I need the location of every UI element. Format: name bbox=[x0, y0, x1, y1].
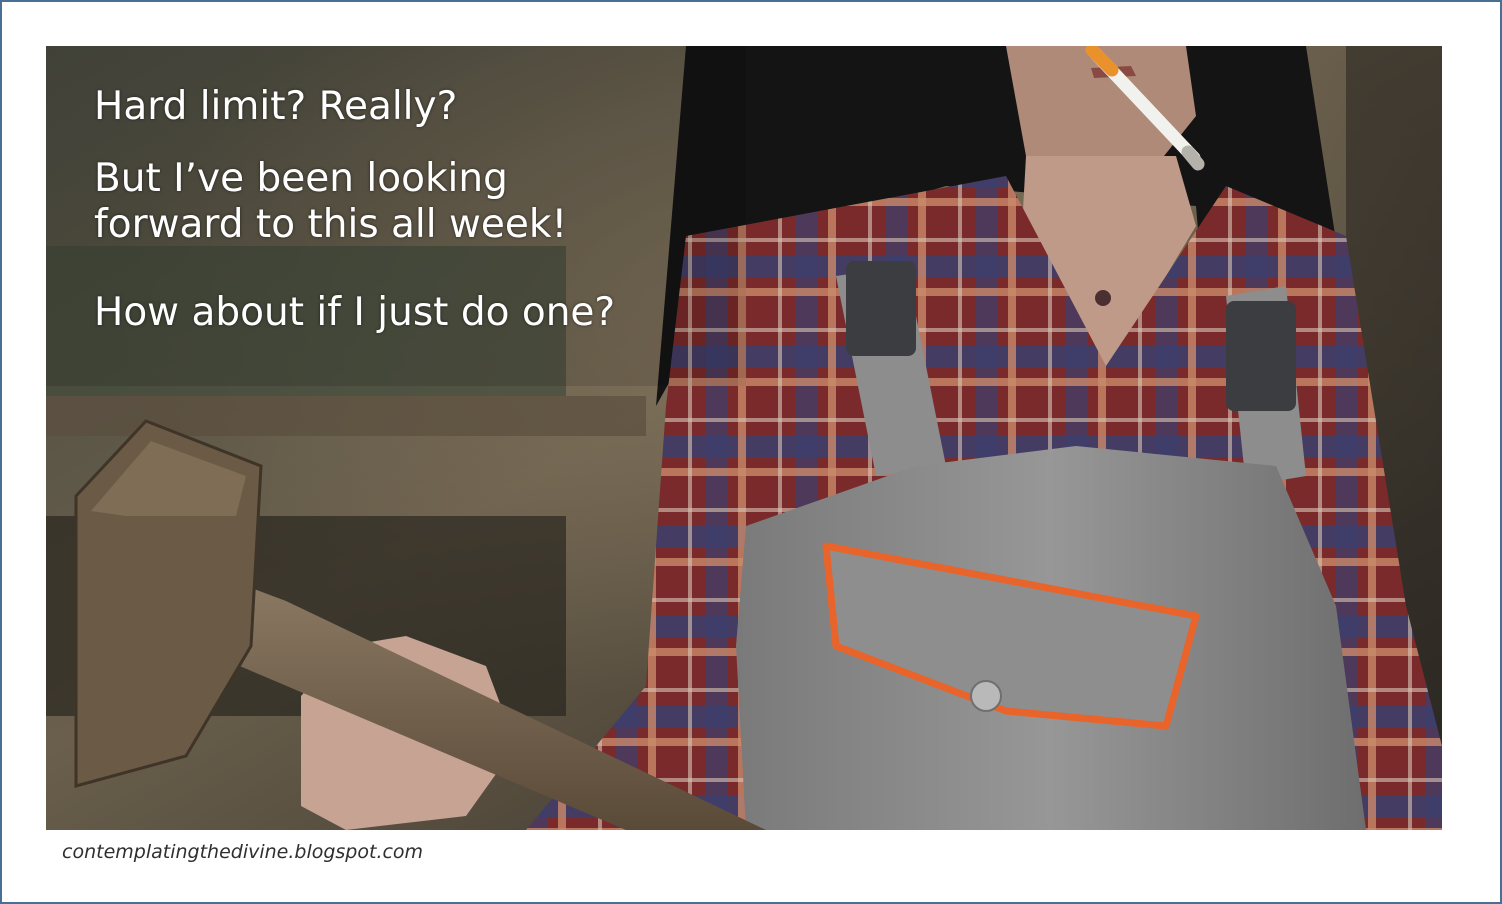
caption-line-3: How about if I just do one? bbox=[94, 290, 616, 335]
strap-buckle-left bbox=[846, 261, 916, 356]
caption-line-2b: forward to this all week! bbox=[94, 202, 568, 247]
caption-line-1: Hard limit? Really? bbox=[94, 84, 458, 129]
caption-line-2a: But I’ve been looking bbox=[94, 156, 508, 201]
strap-buckle-right bbox=[1226, 301, 1296, 411]
pocket-snap-button bbox=[970, 680, 1002, 712]
workshop-photo: Hard limit? Really? But I’ve been lookin… bbox=[46, 46, 1442, 830]
shirt-button bbox=[1095, 290, 1111, 306]
caption-line-2: But I’ve been looking forward to this all… bbox=[94, 156, 567, 248]
source-credit: contemplatingthedivine.blogspot.com bbox=[62, 841, 424, 863]
picture-frame: Hard limit? Really? But I’ve been lookin… bbox=[0, 0, 1502, 904]
